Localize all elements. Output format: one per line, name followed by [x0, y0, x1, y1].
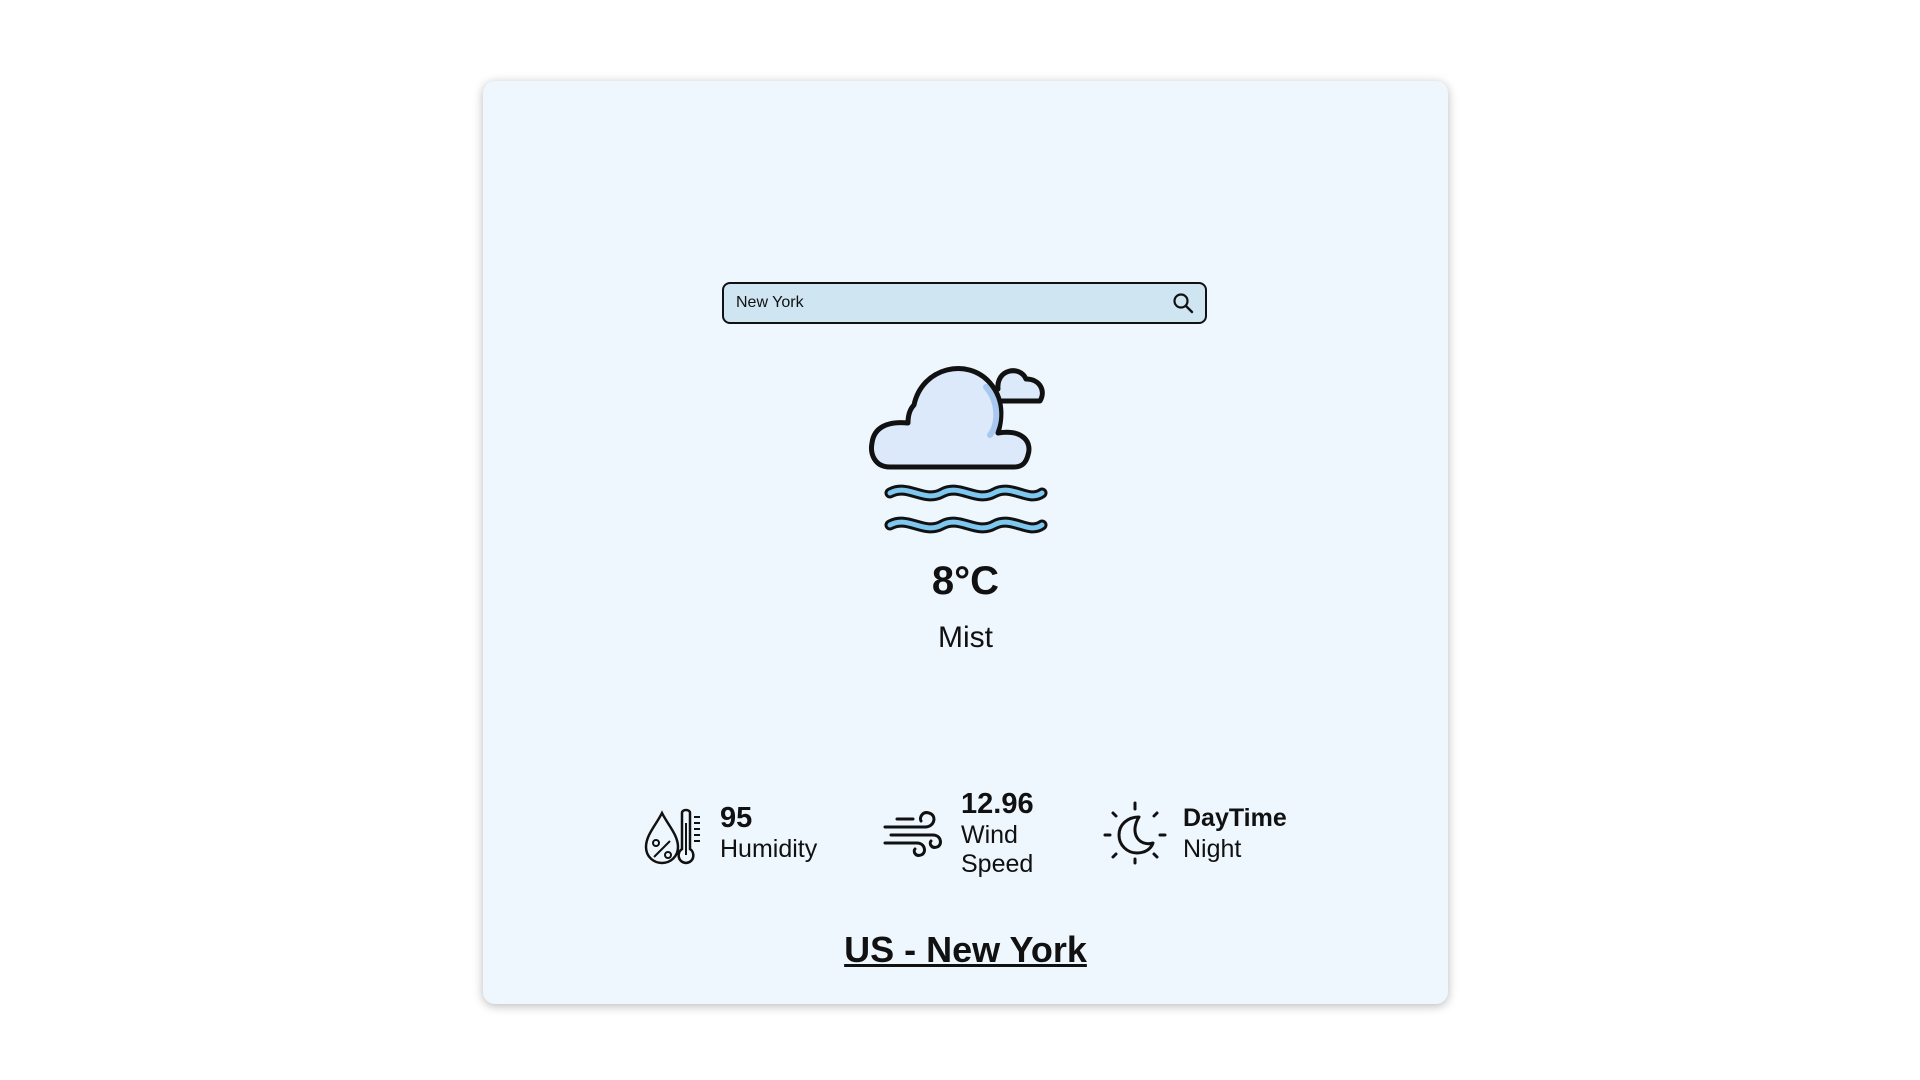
- weather-card: 8°C Mist 95 Humidity: [483, 81, 1448, 1004]
- humidity-stat: 95 Humidity: [640, 801, 817, 869]
- location-title[interactable]: US - New York: [483, 929, 1448, 971]
- wind-icon: [881, 801, 945, 865]
- wind-speed-label: Wind Speed: [961, 821, 1034, 878]
- wind-speed-value: 12.96: [961, 788, 1034, 820]
- search-input[interactable]: [736, 284, 1156, 322]
- humidity-value: 95: [720, 802, 753, 834]
- search-bar: [722, 282, 1207, 324]
- weather-description: Mist: [938, 621, 993, 654]
- wind-speed-stat: 12.96 Wind Speed: [881, 787, 1041, 879]
- humidity-thermometer-icon: [640, 805, 704, 869]
- moon-night-icon: [1103, 801, 1167, 865]
- daytime-label: Night: [1183, 835, 1242, 863]
- temperature-value: 8°C: [931, 559, 1000, 603]
- daytime-value: DayTime: [1183, 804, 1287, 832]
- search-icon[interactable]: [1171, 291, 1195, 315]
- daytime-stat: DayTime Night: [1103, 801, 1287, 865]
- humidity-label: Humidity: [720, 835, 818, 863]
- mist-cloud-icon: [868, 343, 1058, 545]
